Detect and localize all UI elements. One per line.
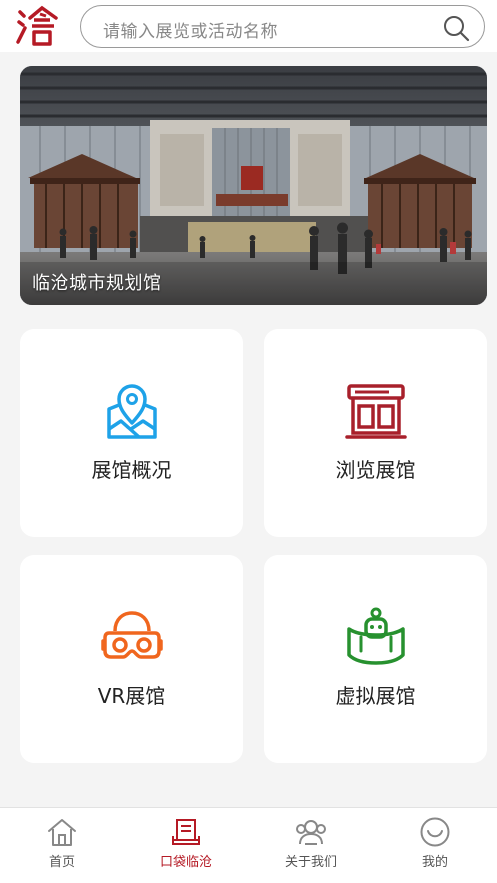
- card-label: VR展馆: [97, 684, 166, 708]
- home-icon: [48, 819, 76, 846]
- banner-carousel[interactable]: 临沧城市规划馆: [20, 66, 487, 305]
- smile-icon: [420, 817, 450, 847]
- card-virtual-exhibition[interactable]: 虚拟展馆: [264, 555, 487, 763]
- card-vr-exhibition[interactable]: VR展馆: [20, 555, 243, 763]
- vr-headset-icon: [101, 611, 163, 659]
- tab-home[interactable]: 首页: [0, 808, 124, 883]
- search-placeholder: 请输入展览或活动名称: [103, 22, 278, 42]
- tab-label: 首页: [48, 855, 75, 870]
- card-label: 浏览展馆: [335, 458, 416, 482]
- tab-label: 关于我们: [284, 855, 337, 870]
- banner-caption: 临沧城市规划馆: [32, 273, 162, 294]
- tab-about-us[interactable]: 关于我们: [249, 808, 373, 883]
- card-label: 虚拟展馆: [335, 684, 416, 708]
- tab-label: 口袋临沧: [159, 855, 212, 870]
- users-icon: [296, 820, 326, 845]
- tab-pocket-lincang[interactable]: 口袋临沧: [124, 808, 248, 883]
- bottom-tab-bar: 首页 口袋临沧 关于我们 我的: [0, 807, 497, 883]
- search-icon[interactable]: [442, 14, 470, 42]
- tab-label: 我的: [421, 855, 448, 870]
- map-pin-icon: [107, 384, 157, 439]
- card-browse-exhibition[interactable]: 浏览展馆: [264, 329, 487, 537]
- tab-mine[interactable]: 我的: [373, 808, 497, 883]
- search-input[interactable]: 请输入展览或活动名称: [80, 5, 485, 48]
- city-seal-logo[interactable]: [16, 4, 60, 48]
- book-icon: [172, 819, 200, 845]
- virtual-robot-icon: [347, 607, 405, 665]
- storefront-icon: [345, 384, 407, 439]
- card-label: 展馆概况: [91, 458, 172, 482]
- card-exhibition-overview[interactable]: 展馆概况: [20, 329, 243, 537]
- header: 请输入展览或活动名称: [0, 0, 497, 52]
